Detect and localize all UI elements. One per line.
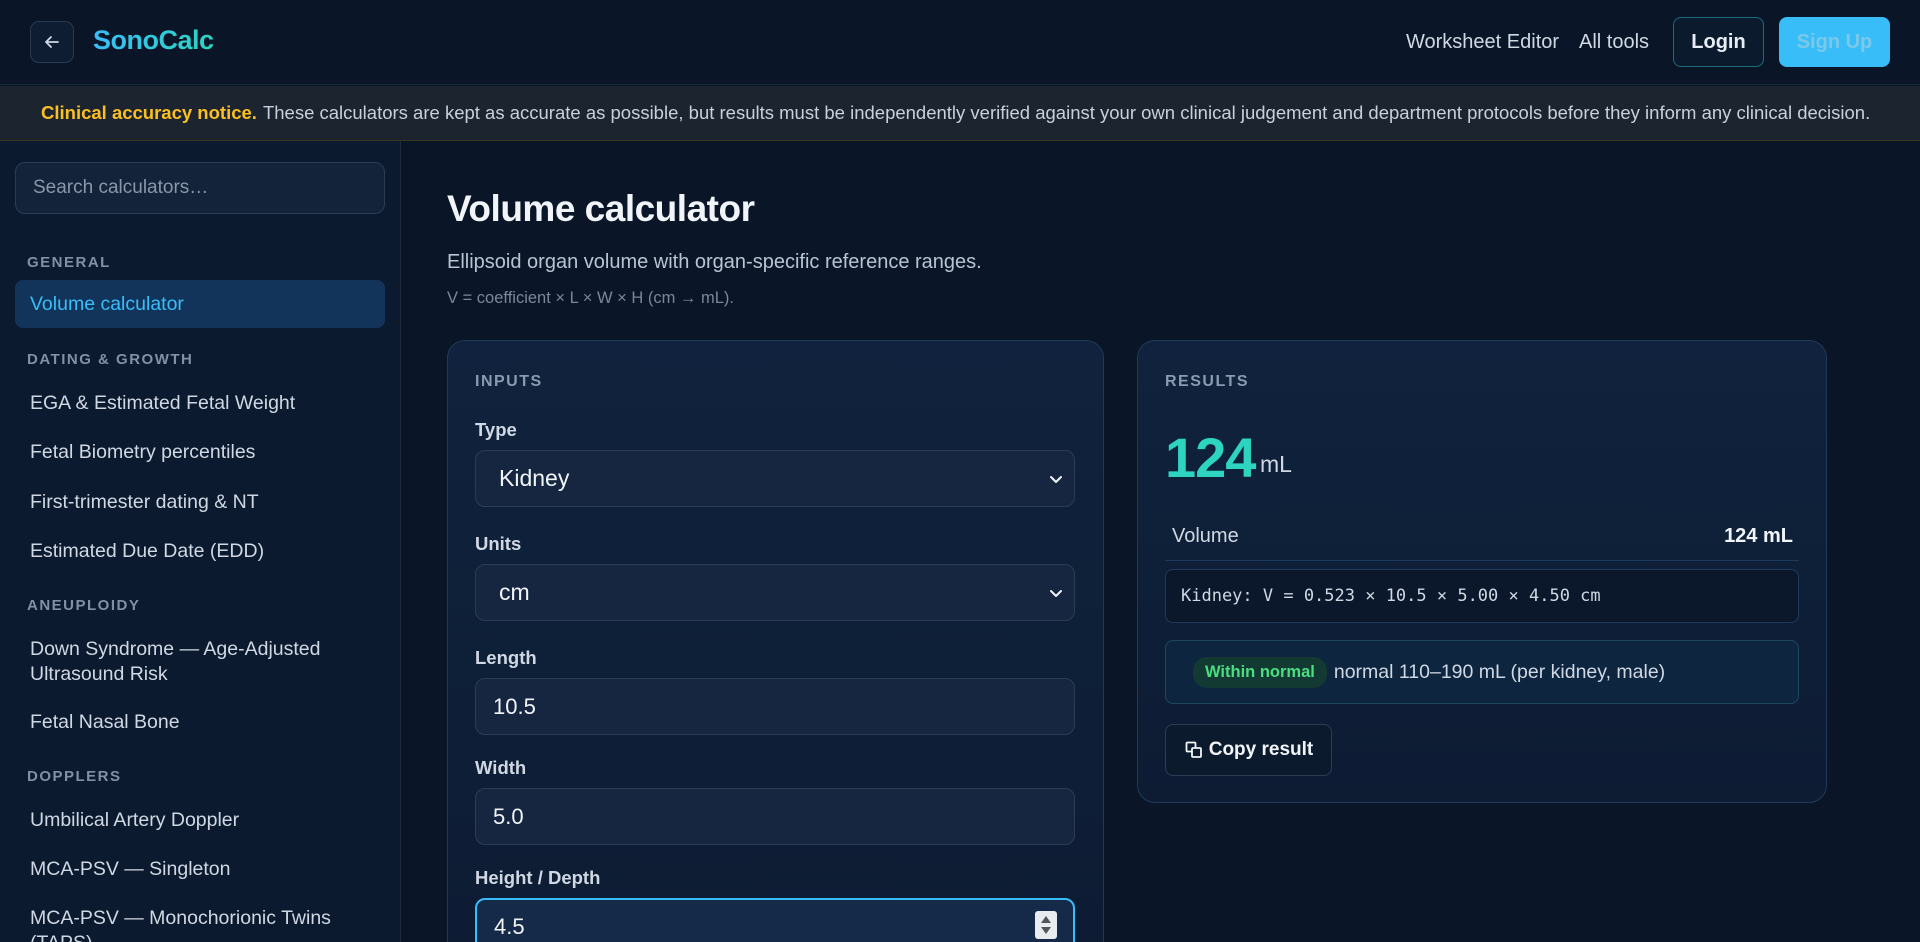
results-card: RESULTS 124 mL Volume 124 mL Kidney: V =… [1137,340,1827,803]
reference-range-box: Within normal normal 110–190 mL (per kid… [1165,640,1799,704]
top-bar: SonoCalc Worksheet Editor All tools Logi… [0,0,1920,85]
units-label: Units [475,533,522,554]
signup-button[interactable]: Sign Up [1779,17,1890,67]
back-button[interactable] [30,21,74,63]
section-dopplers: DOPPLERS [27,768,122,785]
section-dating-growth: DATING & GROWTH [27,351,194,368]
sidebar-item-ega-efw[interactable]: EGA & Estimated Fetal Weight [15,391,385,416]
height-label: Height / Depth [475,867,601,888]
nav-worksheet-editor[interactable]: Worksheet Editor [1406,31,1559,54]
sidebar-item-umbilical-artery[interactable]: Umbilical Artery Doppler [15,808,385,833]
clinical-notice-banner: Clinical accuracy notice. These calculat… [0,86,1920,141]
result-unit: mL [1260,451,1292,477]
sidebar-item-first-trimester[interactable]: First-trimester dating & NT [15,490,385,515]
sidebar-item-edd[interactable]: Estimated Due Date (EDD) [15,539,385,564]
sidebar-item-down-syndrome[interactable]: Down Syndrome — Age-Adjusted Ultrasound … [15,637,345,687]
login-button[interactable]: Login [1673,17,1764,67]
section-aneuploidy: ANEUPLOIDY [27,597,141,614]
brand-logo[interactable]: SonoCalc [93,25,214,56]
notice-text: These calculators are kept as accurate a… [262,102,1871,123]
page-title: Volume calculator [447,188,755,229]
length-label: Length [475,647,537,668]
width-input[interactable]: 5.0 [475,788,1075,845]
search-input[interactable]: Search calculators… [15,162,385,214]
chevron-down-icon [1050,589,1062,597]
type-select[interactable]: Kidney [475,450,1075,507]
copy-result-label: Copy result [1208,739,1314,760]
copy-icon [1185,741,1202,758]
arrow-left-icon [45,36,59,48]
sidebar: Search calculators… GENERAL Volume calcu… [0,141,401,942]
units-select[interactable]: cm [475,564,1075,621]
chevron-down-icon [1050,475,1062,483]
result-value: 124 [1165,426,1256,489]
notice-title: Clinical accuracy notice. [41,102,257,123]
sidebar-item-fetal-biometry[interactable]: Fetal Biometry percentiles [15,440,385,465]
type-select-value: Kidney [499,465,570,491]
sidebar-item-mca-psv-singleton[interactable]: MCA-PSV — Singleton [15,857,385,882]
volume-label: Volume [1172,525,1239,547]
volume-value: 124 mL [1724,525,1793,547]
number-stepper[interactable] [1035,911,1057,939]
sidebar-item-nasal-bone[interactable]: Fetal Nasal Bone [15,710,385,735]
copy-result-button[interactable]: Copy result [1165,724,1332,776]
formula-note: V = coefficient × L × W × H (cm → mL). [447,289,735,307]
status-badge: Within normal [1193,656,1327,688]
page-subtitle: Ellipsoid organ volume with organ-specif… [447,251,982,273]
nav-all-tools[interactable]: All tools [1579,31,1649,54]
stepper-arrows-icon [1041,916,1051,934]
formula-display: Kidney: V = 0.523 × 10.5 × 5.00 × 4.50 c… [1165,569,1799,623]
volume-row: Volume 124 mL [1165,513,1799,561]
section-general: GENERAL [27,254,111,271]
width-label: Width [475,757,527,778]
height-input[interactable]: 4.5 [475,898,1075,942]
length-input[interactable]: 10.5 [475,678,1075,735]
results-heading: RESULTS [1165,373,1249,390]
height-input-value: 4.5 [494,913,525,939]
inputs-card: INPUTS Type Kidney Units cm Length 10.5 … [447,340,1104,942]
units-select-value: cm [499,579,530,605]
type-label: Type [475,419,517,440]
inputs-heading: INPUTS [475,373,543,390]
sidebar-item-mca-psv-twins[interactable]: MCA-PSV — Monochorionic Twins (TAPS) [15,906,345,942]
range-text: normal 110–190 mL (per kidney, male) [1333,660,1666,683]
sidebar-item-volume-calculator[interactable]: Volume calculator [15,280,385,328]
